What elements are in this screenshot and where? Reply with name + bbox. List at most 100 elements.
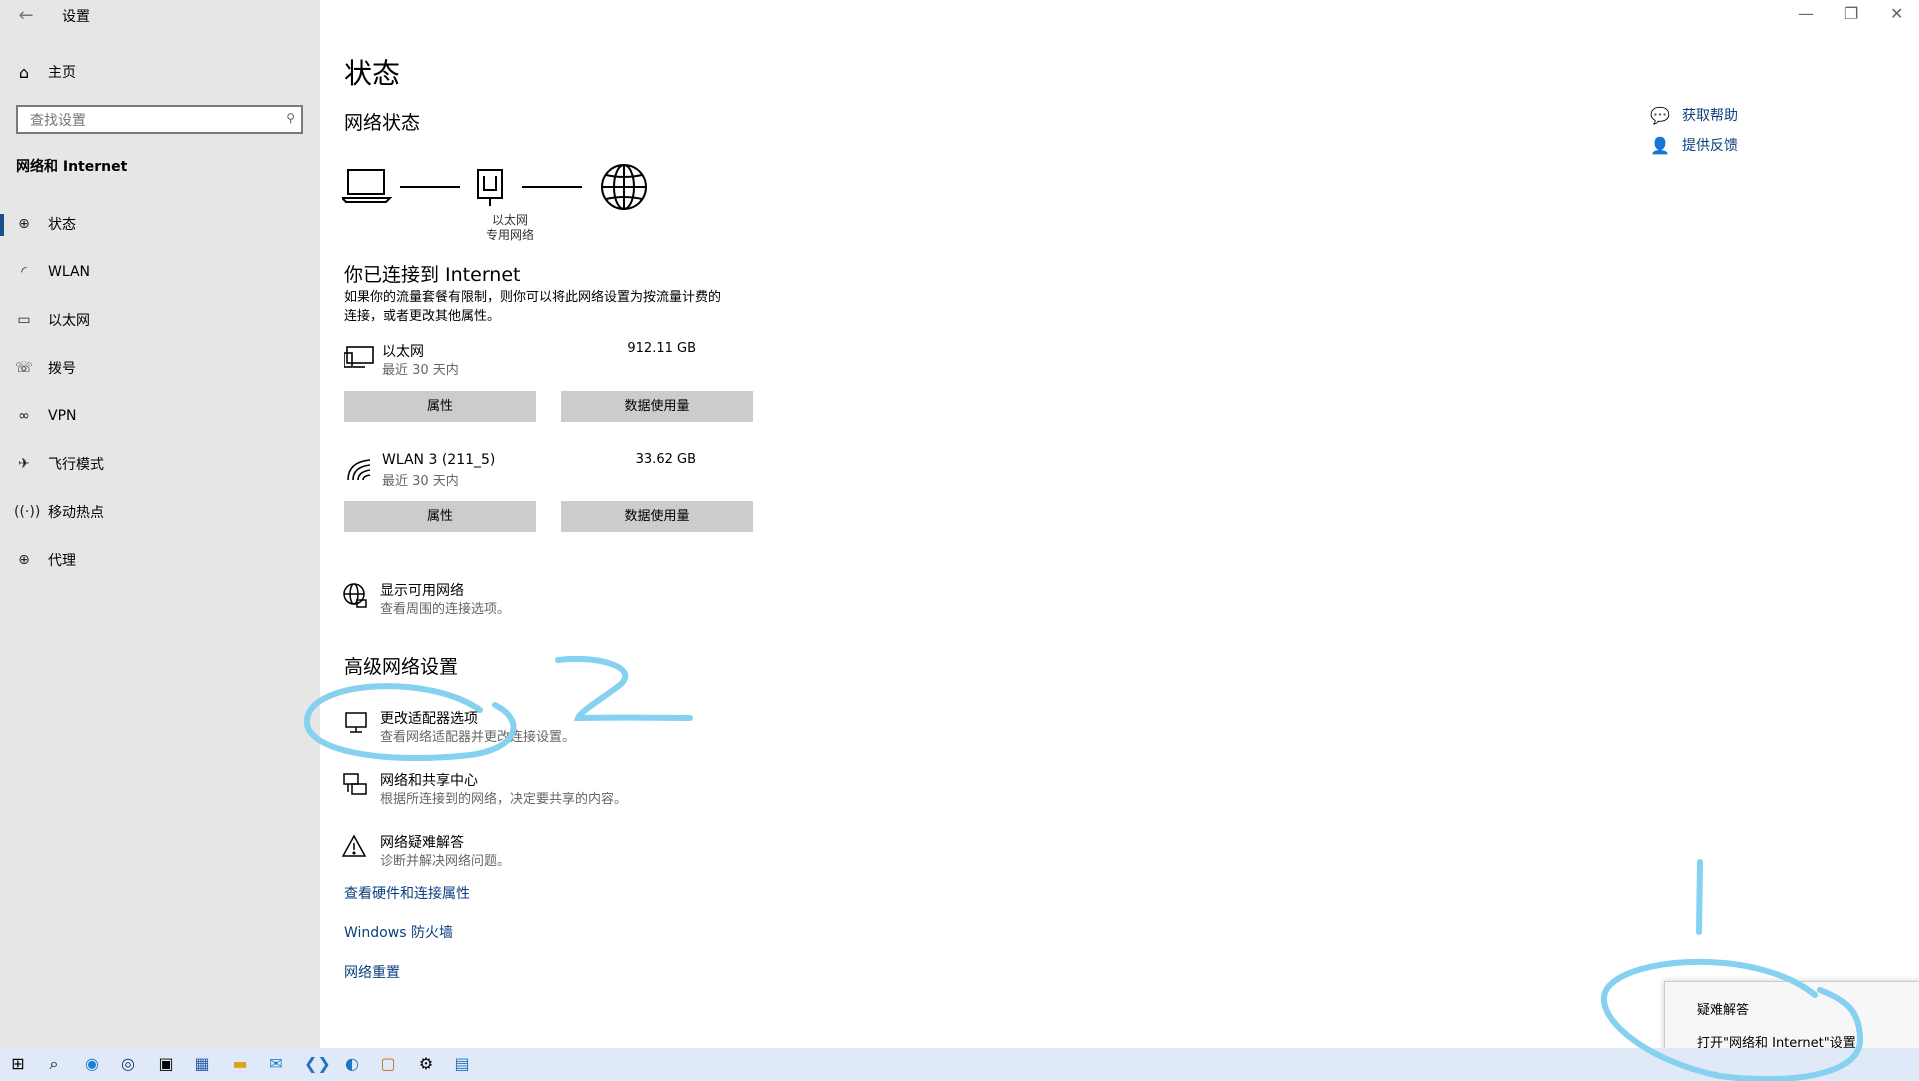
sidebar-item-label: WLAN <box>48 264 91 280</box>
sidebar-item-label: VPN <box>48 408 77 424</box>
hotspot-icon: ((·)) <box>14 504 41 520</box>
wlan-properties-button[interactable]: 属性 <box>344 501 536 532</box>
connected-desc-line1: 如果你的流量套餐有限制，则你可以将此网络设置为按流量计费的 <box>344 290 722 305</box>
connection-usage: 33.62 GB <box>635 452 696 467</box>
store-icon[interactable]: ▦ <box>192 1054 212 1074</box>
search-input[interactable] <box>28 107 272 134</box>
advanced-item-desc: 诊断并解决网络问题。 <box>380 854 511 869</box>
advanced-heading: 高级网络设置 <box>344 656 459 678</box>
edge-icon[interactable]: ◉ <box>82 1054 102 1074</box>
sidebar-item-wlan[interactable]: ◜ WLAN <box>0 254 320 290</box>
restore-icon[interactable]: ❐ <box>1844 4 1858 23</box>
sidebar-item-label: 移动热点 <box>48 505 104 521</box>
home-icon: ⌂ <box>18 62 30 82</box>
connection-ethernet: 以太网 最近 30 天内 912.11 GB <box>343 341 744 381</box>
diagram-network-type: 专用网络 <box>485 228 534 242</box>
sidebar: ← 设置 ⌂ 主页 ⚲ 网络和 Internet ⊕ 状态 ◜ WLAN ▭ 以… <box>0 0 320 1048</box>
help-panel: 💬 获取帮助 👤 提供反馈 <box>1650 100 1738 160</box>
connected-title: 你已连接到 Internet <box>344 264 521 286</box>
home-label: 主页 <box>48 65 76 81</box>
page-title: 状态 <box>344 57 401 90</box>
status-globe-icon: ⊕ <box>18 216 30 232</box>
help-chat-icon: 💬 <box>1650 105 1670 125</box>
terminal-icon[interactable]: ▣ <box>156 1054 176 1074</box>
feedback-link[interactable]: 👤 提供反馈 <box>1650 130 1738 160</box>
minimize-icon[interactable]: — <box>1798 4 1814 23</box>
adapter-monitor-icon <box>342 710 370 738</box>
advanced-item-title: 网络和共享中心 <box>380 773 478 789</box>
sidebar-item-ethernet[interactable]: ▭ 以太网 <box>0 302 320 338</box>
connection-wlan: WLAN 3 (211_5) 最近 30 天内 33.62 GB <box>344 452 744 492</box>
remote-desktop-icon[interactable]: ▤ <box>452 1054 472 1074</box>
sidebar-item-status[interactable]: ⊕ 状态 <box>0 206 320 242</box>
get-help-link[interactable]: 💬 获取帮助 <box>1650 100 1738 130</box>
taskbar: ⊞ ⌕ ◉ ◎ ▣ ▦ ▬ ✉ ❮❯ ◐ ▢ ⚙ ▤ <box>0 1048 1919 1081</box>
menu-item-troubleshoot[interactable]: 疑难解答 <box>1697 999 1749 1018</box>
steam-icon[interactable]: ◎ <box>118 1054 138 1074</box>
ethernet-data-usage-button[interactable]: 数据使用量 <box>561 391 753 422</box>
get-help-label: 获取帮助 <box>1682 108 1738 124</box>
network-reset-link[interactable]: 网络重置 <box>344 962 400 982</box>
search-box[interactable]: ⚲ <box>16 105 303 134</box>
sidebar-home[interactable]: ⌂ 主页 <box>14 60 76 84</box>
search-icon[interactable]: ⌕ <box>44 1054 64 1074</box>
wlan-data-usage-button[interactable]: 数据使用量 <box>561 501 753 532</box>
internet-globe-icon <box>601 164 647 210</box>
network-sharing-center[interactable]: 网络和共享中心 根据所连接到的网络，决定要共享的内容。 <box>342 770 742 810</box>
back-arrow-icon[interactable]: ← <box>14 4 38 28</box>
file-explorer-icon[interactable]: ▬ <box>230 1054 250 1074</box>
change-adapter-options[interactable]: 更改适配器选项 查看网络适配器并更改连接设置。 <box>342 708 742 748</box>
sharing-center-icon <box>342 772 370 800</box>
connected-desc: 如果你的流量套餐有限制，则你可以将此网络设置为按流量计费的 连接，或者更改其他属… <box>344 288 721 326</box>
sidebar-item-hotspot[interactable]: ((·)) 移动热点 <box>0 494 320 530</box>
sidebar-item-label: 代理 <box>48 553 76 569</box>
proxy-globe-icon: ⊕ <box>18 552 30 568</box>
connection-period: 最近 30 天内 <box>382 363 459 378</box>
show-available-networks[interactable]: 显示可用网络 查看周围的连接选项。 <box>342 580 742 620</box>
connection-name: 以太网 <box>382 344 424 360</box>
globe-network-icon <box>342 582 370 610</box>
window-app-icon[interactable]: ▢ <box>378 1054 398 1074</box>
airplane-icon: ✈ <box>18 456 30 472</box>
advanced-item-title: 更改适配器选项 <box>380 711 478 727</box>
vscode-icon[interactable]: ❮❯ <box>304 1054 331 1074</box>
search-icon[interactable]: ⚲ <box>286 111 295 125</box>
diagram-adapter-name: 以太网 <box>491 213 528 227</box>
sidebar-item-label: 拨号 <box>48 361 76 377</box>
network-troubleshooter[interactable]: 网络疑难解答 诊断并解决网络问题。 <box>341 832 742 872</box>
feedback-person-icon: 👤 <box>1650 135 1670 155</box>
windows-firewall-link[interactable]: Windows 防火墙 <box>344 922 453 942</box>
connection-period: 最近 30 天内 <box>382 474 459 489</box>
settings-window: ← 设置 ⌂ 主页 ⚲ 网络和 Internet ⊕ 状态 ◜ WLAN ▭ 以… <box>0 0 1919 1048</box>
ethernet-icon: ▭ <box>17 312 31 328</box>
sidebar-item-dialup[interactable]: ☏ 拨号 <box>0 350 320 386</box>
dialup-icon: ☏ <box>15 360 33 376</box>
sidebar-item-airplane[interactable]: ✈ 飞行模式 <box>0 446 320 482</box>
sidebar-item-proxy[interactable]: ⊕ 代理 <box>0 542 320 578</box>
advanced-item-title: 网络疑难解答 <box>380 835 464 851</box>
show-networks-desc: 查看周围的连接选项。 <box>380 602 511 617</box>
app-icon[interactable]: ◐ <box>342 1054 362 1074</box>
sidebar-item-label: 状态 <box>48 217 76 233</box>
wifi-icon: ◜ <box>21 264 27 280</box>
ethernet-properties-button[interactable]: 属性 <box>344 391 536 422</box>
vpn-icon: ∞ <box>18 408 30 424</box>
hardware-properties-link[interactable]: 查看硬件和连接属性 <box>344 883 470 903</box>
show-networks-title: 显示可用网络 <box>380 583 464 599</box>
advanced-item-desc: 根据所连接到的网络，决定要共享的内容。 <box>380 792 628 807</box>
laptop-icon <box>342 169 393 203</box>
close-icon[interactable]: ✕ <box>1890 4 1903 23</box>
settings-gear-icon[interactable]: ⚙ <box>416 1054 436 1074</box>
feedback-label: 提供反馈 <box>1682 138 1738 154</box>
ethernet-port-icon <box>477 169 503 206</box>
mail-icon[interactable]: ✉ <box>266 1054 286 1074</box>
window-title: 设置 <box>62 9 90 25</box>
warning-triangle-icon <box>341 834 370 862</box>
network-status-heading: 网络状态 <box>344 112 421 134</box>
advanced-item-desc: 查看网络适配器并更改连接设置。 <box>380 730 576 745</box>
diagram-caption: 以太网 专用网络 <box>450 213 570 243</box>
sidebar-item-vpn[interactable]: ∞ VPN <box>0 398 320 434</box>
windows-start-icon[interactable]: ⊞ <box>8 1054 28 1074</box>
connected-desc-line2: 连接，或者更改其他属性。 <box>344 309 501 324</box>
connection-usage: 912.11 GB <box>627 341 696 356</box>
